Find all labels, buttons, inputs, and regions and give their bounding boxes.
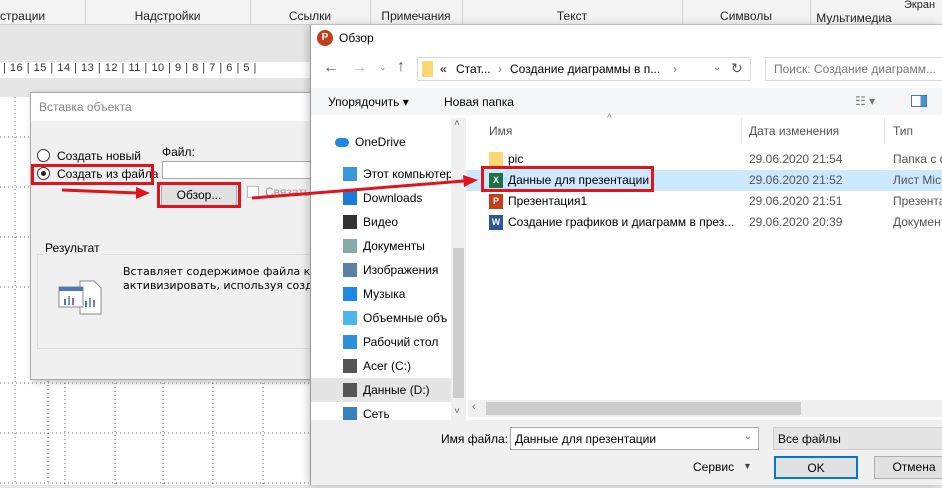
- arrow-to-file: [251, 179, 465, 200]
- arrow-head: [136, 187, 150, 199]
- arrow-to-browse: [61, 188, 139, 195]
- annotation-arrows: [61, 175, 478, 200]
- arrow-head: [463, 175, 478, 187]
